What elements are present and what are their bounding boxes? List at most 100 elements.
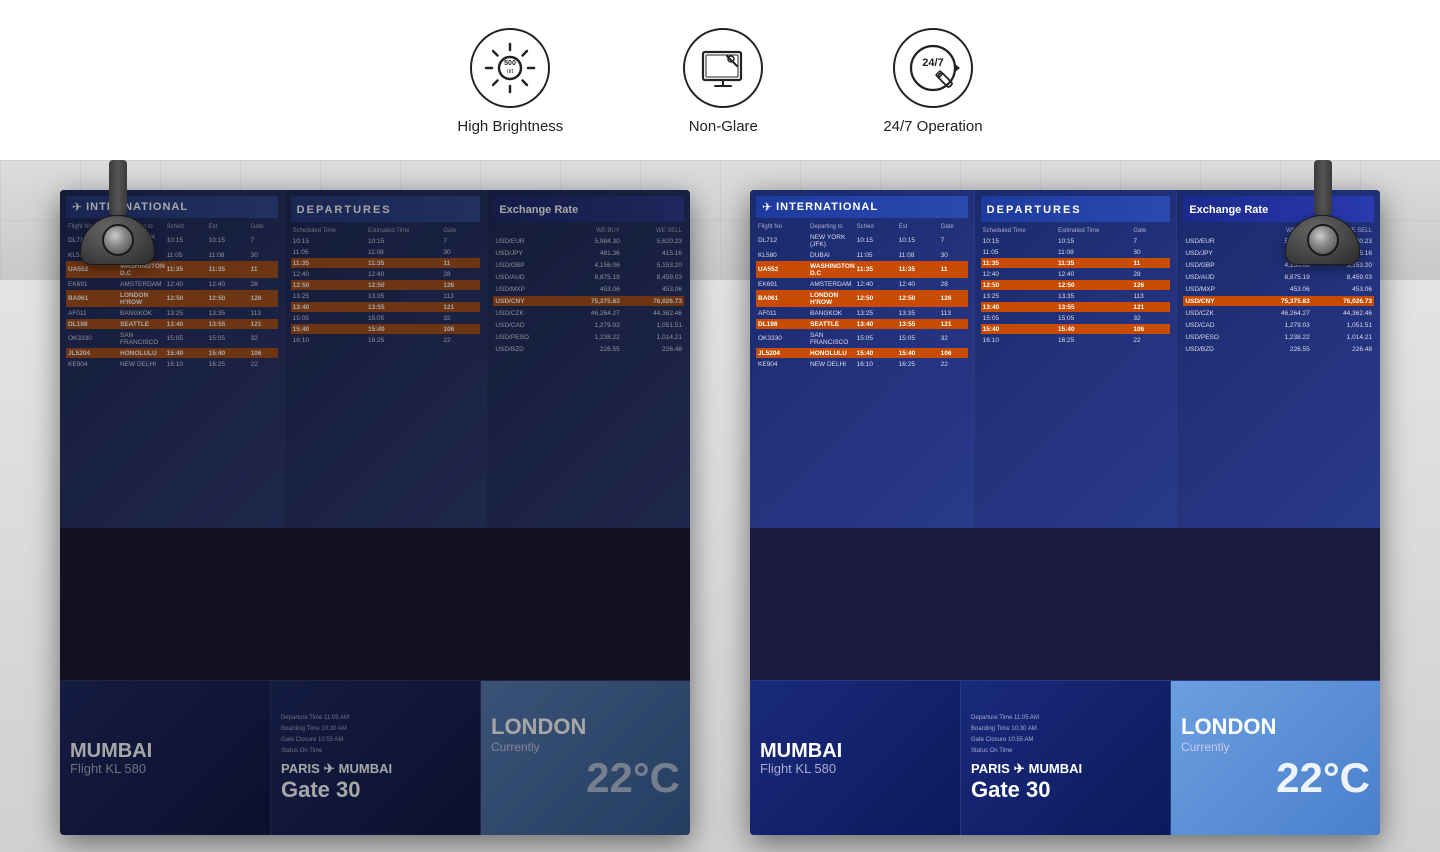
samsung-weather-temp: 22°C	[1181, 754, 1370, 802]
dep-row: 15:4015:40106	[291, 324, 481, 334]
samsung-dep-title: DEPARTURES	[987, 204, 1082, 216]
dep-row: 12:4012:4028	[981, 269, 1171, 279]
lamp-right-head	[1285, 215, 1360, 265]
comparison-section: ✈ INTERNATIONAL Flight No Departing to S…	[0, 160, 1440, 852]
flight-row: JL5204HONOLULU15:4015:40106	[756, 348, 968, 358]
high-brightness-icon-wrap: 500 nit	[470, 28, 550, 108]
dep-row: 13:2513:35113	[981, 291, 1171, 301]
high-brightness-label: High Brightness	[457, 118, 563, 135]
ex-row: USD/CAD1,279.031,051.51	[1183, 320, 1374, 330]
flight-row: DL198SEATTLE13:4013:55121	[66, 319, 278, 329]
samsung-mumbai-panel: MUMBAI Flight KL 580	[750, 681, 960, 835]
ex-row: USD/AUD8,875.198,459.03	[493, 272, 684, 282]
ex-row: USD/AUD8,875.198,459.03	[1183, 272, 1374, 282]
ex-row: USD/GBP4,156.065,153.20	[493, 260, 684, 270]
conventional-dep-title-bar: DEPARTURES	[291, 196, 481, 222]
dep-row: 12:5012:50126	[291, 280, 481, 290]
flight-row: DL712NEW YORK (JFK)10:1510:157	[756, 232, 968, 249]
dep-row: 16:1016:2522	[291, 335, 481, 345]
conventional-weather-currently: Currently	[491, 740, 680, 754]
samsung-weather-city: LONDON	[1181, 714, 1370, 740]
conventional-gate-info: Gate 30	[281, 777, 470, 803]
svg-text:24/7: 24/7	[922, 57, 943, 69]
dep-row: 10:1510:157	[291, 236, 481, 246]
ex-row: USD/CAD1,279.031,051.51	[493, 320, 684, 330]
samsung-flight-board: ✈ INTERNATIONAL Flight No Departing to S…	[750, 190, 975, 528]
samsung-dep-col-headers: Scheduled Time Estimated Time Gate	[981, 226, 1171, 236]
conventional-weather-city: LONDON	[491, 714, 680, 740]
screens-wrapper: ✈ INTERNATIONAL Flight No Departing to S…	[0, 190, 1440, 835]
dep-rows-left: 10:1510:157 11:0511:0830 11:3511:3511 12…	[291, 236, 481, 345]
dep-rows-right: 10:1510:157 11:0511:0830 11:3511:3511 12…	[981, 236, 1171, 345]
flight-row: BA061LONDON H'ROW12:5012:50126	[756, 290, 968, 307]
flight-row: OK3330SAN FRANCISCO15:0515:0532	[756, 330, 968, 347]
samsung-weather-currently: Currently	[1181, 740, 1370, 754]
samsung-departures-board: DEPARTURES Scheduled Time Estimated Time…	[975, 190, 1178, 528]
conventional-departures-board: DEPARTURES Scheduled Time Estimated Time…	[285, 190, 488, 528]
samsung-board-title: INTERNATIONAL	[776, 201, 878, 213]
ex-row: USD/BZD226.55226.48	[1183, 344, 1374, 354]
flight-row: EK691AMSTERDAM12:4012:4028	[756, 279, 968, 289]
flight-row: EK691AMSTERDAM12:4012:4028	[66, 279, 278, 289]
dep-row: 11:0511:0830	[981, 247, 1171, 257]
ex-row: USD/PESO1,238.221,014.21	[493, 332, 684, 342]
conventional-mumbai-panel: MUMBAI Flight KL 580	[60, 681, 270, 835]
ex-row: USD/MXP453.06453.06	[493, 284, 684, 294]
lamp-right	[1285, 160, 1360, 265]
samsung-paris-panel: Departure Time 11:05 AM Boarding Time 10…	[960, 681, 1170, 835]
conventional-weather-panel: LONDON Currently 22°C	[480, 681, 690, 835]
ex-row: USD/PESO1,238.221,014.21	[1183, 332, 1374, 342]
dep-row: 12:4012:4028	[291, 269, 481, 279]
plane-icon-right: ✈	[762, 200, 772, 214]
lamp-left-rod	[109, 160, 127, 215]
ex-row: USD/CNY75,375.8376,026.73	[493, 296, 684, 306]
flight-row: KE904NEW DELHI16:1016:2522	[756, 359, 968, 369]
dep-row: 11:0511:0830	[291, 247, 481, 257]
samsung-paris-details: Departure Time 11:05 AM Boarding Time 10…	[971, 713, 1160, 756]
dep-row: 13:4013:55121	[291, 302, 481, 312]
flight-rows-right: DL712NEW YORK (JFK)10:1510:157 KL580DUBA…	[756, 232, 968, 369]
conventional-paris-panel: Departure Time 11:05 AM Boarding Time 10…	[270, 681, 480, 835]
dep-row: 13:4013:55121	[981, 302, 1171, 312]
ex-rows-left: USD/EUR5,984.305,620.23 USD/JPY481.36415…	[493, 236, 684, 354]
samsung-weather-panel: LONDON Currently 22°C	[1170, 681, 1380, 835]
svg-text:nit: nit	[507, 69, 514, 75]
conventional-info-panels: MUMBAI Flight KL 580 Departure Time 11:0…	[60, 680, 690, 835]
dep-row: 10:1510:157	[981, 236, 1171, 246]
operation-feature: 24/7 24/7 Operation	[883, 28, 982, 135]
flight-row: BA061LONDON H'ROW12:5012:50126	[66, 290, 278, 307]
flight-row: KE904NEW DELHI16:1016:2522	[66, 359, 278, 369]
samsung-board-title-bar: ✈ INTERNATIONAL	[756, 196, 968, 218]
samsung-dep-title-bar: DEPARTURES	[981, 196, 1171, 222]
samsung-ex-title: Exchange Rate	[1189, 204, 1268, 216]
flight-row: UA552WASHINGTON D.C11:3511:3511	[756, 261, 968, 278]
non-glare-icon	[693, 38, 753, 98]
operation-icon-wrap: 24/7	[893, 28, 973, 108]
conventional-ex-title: Exchange Rate	[499, 204, 578, 216]
ex-row: USD/CZK46,264.2744,362.46	[493, 308, 684, 318]
flight-row: JL5204HONOLULU15:4015:40106	[66, 348, 278, 358]
samsung-display-wrapper: ✈ INTERNATIONAL Flight No Departing to S…	[750, 190, 1380, 835]
lamp-left-lens	[102, 224, 134, 256]
conventional-route: PARIS ✈ MUMBAI	[281, 761, 470, 777]
sun-brightness-icon: 500 nit	[480, 38, 540, 98]
svg-text:500: 500	[505, 60, 517, 67]
conventional-mumbai-flight: Flight KL 580	[70, 761, 260, 776]
lamp-left-head	[80, 215, 155, 265]
non-glare-label: Non-Glare	[689, 118, 758, 135]
dep-row: 15:0515:0532	[981, 313, 1171, 323]
conventional-mumbai-city: MUMBAI	[70, 741, 260, 761]
flight-row: AF011BANGKOK13:2513:35113	[66, 308, 278, 318]
lamp-right-lens	[1307, 224, 1339, 256]
operation-label: 24/7 Operation	[883, 118, 982, 135]
samsung-mumbai-city: MUMBAI	[760, 741, 950, 761]
lamp-right-rod	[1314, 160, 1332, 215]
non-glare-feature: Non-Glare	[683, 28, 763, 135]
ex-row: USD/JPY481.36415.16	[493, 248, 684, 258]
dep-col-headers: Scheduled Time Estimated Time Gate	[291, 226, 481, 236]
flight-row: DL198SEATTLE13:4013:55121	[756, 319, 968, 329]
samsung-display: ✈ INTERNATIONAL Flight No Departing to S…	[750, 190, 1380, 835]
conventional-display: ✈ INTERNATIONAL Flight No Departing to S…	[60, 190, 690, 835]
features-section: 500 nit High Brightness Non-Glare	[0, 0, 1440, 160]
conventional-weather-temp: 22°C	[491, 754, 680, 802]
